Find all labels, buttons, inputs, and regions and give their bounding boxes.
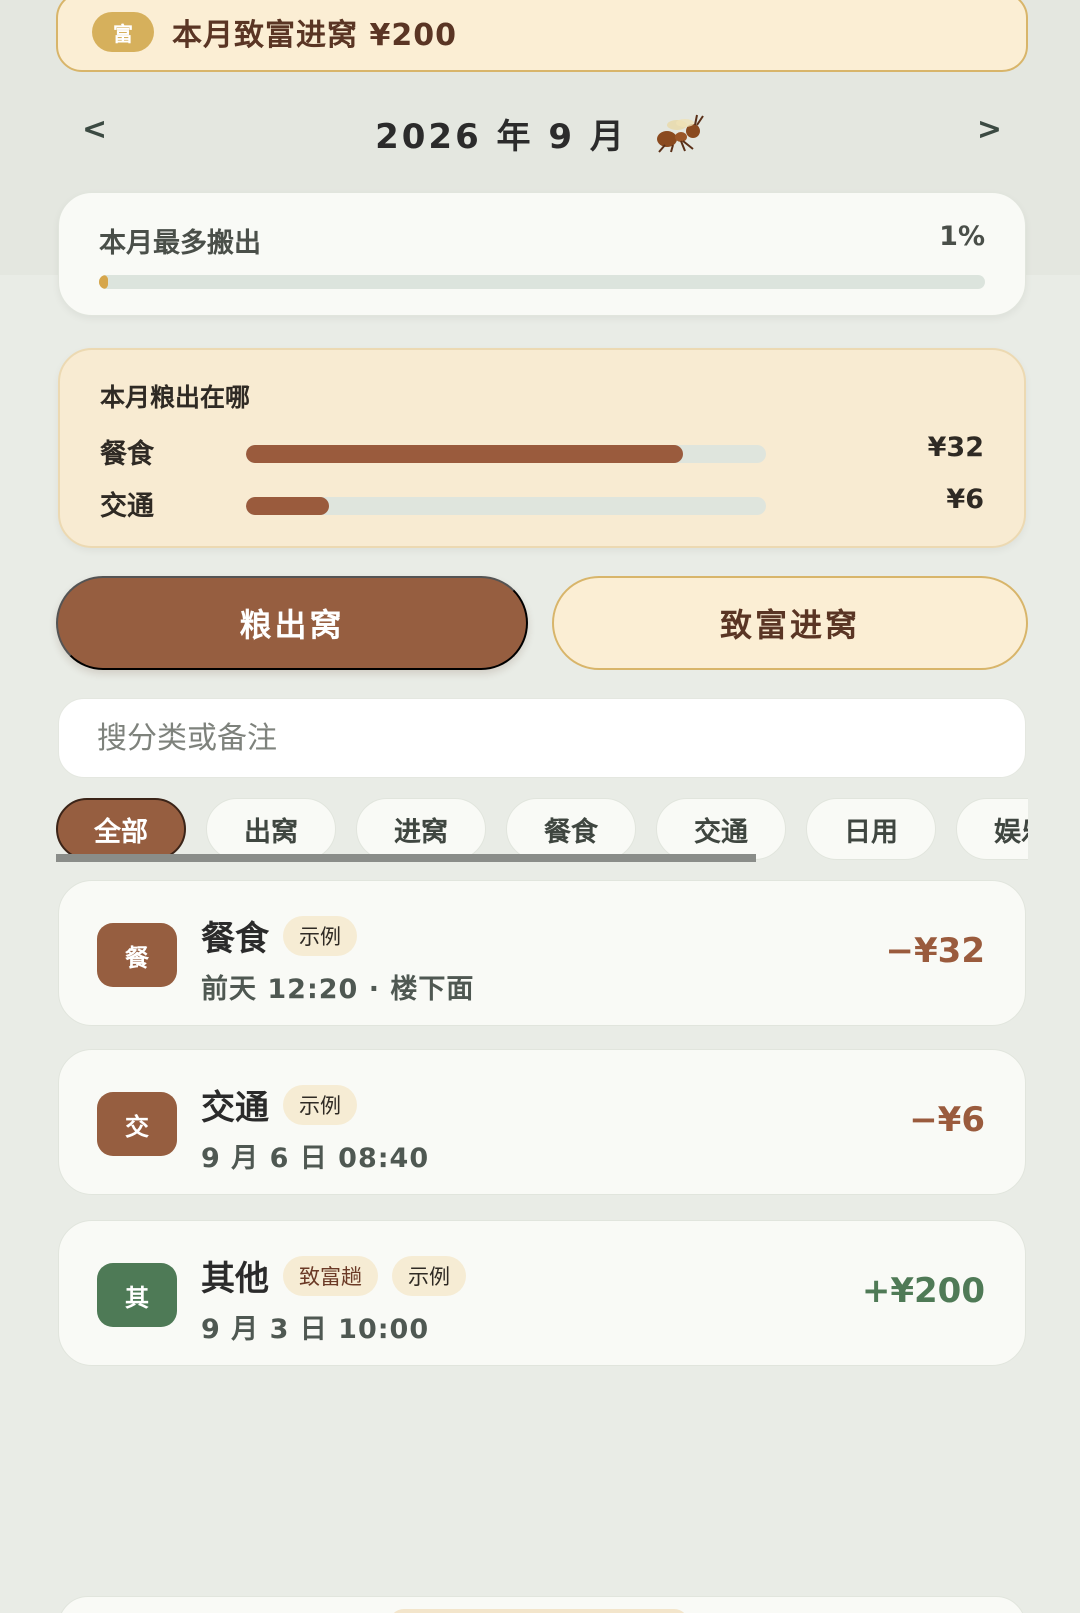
distribution-category: 餐食 <box>100 439 154 470</box>
income-button[interactable]: 致富进窝 <box>552 576 1028 670</box>
category-icon: 其 <box>97 1263 177 1327</box>
distribution-category: 交通 <box>100 491 154 522</box>
progress-card: 本月最多搬出 1% <box>58 192 1026 316</box>
spending-distribution-card: 本月粮出在哪 餐食 ¥32 交通 ¥6 <box>58 348 1026 548</box>
progress-percent: 1% <box>939 221 985 252</box>
category-icon: 交 <box>97 1092 177 1156</box>
month-title: 2026 年 9 月 <box>375 116 627 157</box>
transaction-meta: 9 月 6 日 08:40 <box>201 1143 430 1174</box>
filter-chip[interactable]: 进窝 <box>356 798 486 860</box>
distribution-row: 餐食 ¥32 <box>100 430 984 470</box>
sample-tag: 示例 <box>283 1084 357 1125</box>
search-input[interactable] <box>58 698 1026 778</box>
filter-chip[interactable]: 出窝 <box>206 798 336 860</box>
distribution-track <box>246 445 766 463</box>
bottom-panel <box>58 1596 1026 1613</box>
transaction-amount: −¥6 <box>909 1100 985 1140</box>
transaction-title: 交通 示例 <box>201 1080 357 1129</box>
transaction-row[interactable]: 餐 餐食 示例 前天 12:20 · 楼下面 −¥32 <box>58 880 1026 1026</box>
transaction-amount: −¥32 <box>885 931 985 971</box>
transaction-meta: 9 月 3 日 10:00 <box>201 1314 430 1345</box>
month-navigator: < 2026 年 9 月 > <box>56 100 1028 166</box>
sample-tag: 示例 <box>392 1255 466 1296</box>
transaction-meta: 前天 12:20 · 楼下面 <box>201 974 475 1005</box>
chip-scrollbar[interactable] <box>56 854 756 862</box>
transaction-row[interactable]: 其 其他 致富趟 示例 9 月 3 日 10:00 +¥200 <box>58 1220 1026 1366</box>
filter-chip[interactable]: 交通 <box>656 798 786 860</box>
transaction-category: 交通 <box>201 1088 269 1128</box>
expense-button[interactable]: 粮出窝 <box>56 576 528 670</box>
category-icon: 餐 <box>97 923 177 987</box>
ant-icon <box>656 114 704 153</box>
rich-badge: 富 <box>92 12 154 52</box>
transaction-category: 其他 <box>201 1259 269 1299</box>
filter-chip[interactable]: 餐食 <box>506 798 636 860</box>
distribution-fill <box>246 445 683 463</box>
progress-label: 本月最多搬出 <box>99 228 261 259</box>
rich-trip-tag: 致富趟 <box>283 1255 378 1296</box>
bottom-panel-handle[interactable] <box>389 1609 689 1613</box>
prev-month-button[interactable]: < <box>82 112 107 147</box>
sample-tag: 示例 <box>283 915 357 956</box>
next-month-button[interactable]: > <box>977 112 1002 147</box>
transaction-row[interactable]: 交 交通 示例 9 月 6 日 08:40 −¥6 <box>58 1049 1026 1195</box>
income-banner[interactable]: 富 本月致富进窝 ¥200 <box>56 0 1028 72</box>
transaction-title: 其他 致富趟 示例 <box>201 1251 466 1300</box>
progress-track <box>99 275 985 289</box>
filter-chip[interactable]: 娱乐 <box>956 798 1028 860</box>
transaction-category: 餐食 <box>201 919 269 959</box>
filter-chip[interactable]: 日用 <box>806 798 936 860</box>
distribution-row: 交通 ¥6 <box>100 482 984 522</box>
transaction-title: 餐食 示例 <box>201 911 357 960</box>
banner-text: 本月致富进窝 ¥200 <box>172 18 457 53</box>
distribution-track <box>246 497 766 515</box>
transaction-amount: +¥200 <box>861 1271 985 1311</box>
distribution-amount: ¥6 <box>946 484 984 515</box>
filter-chip[interactable]: 全部 <box>56 798 186 860</box>
distribution-title: 本月粮出在哪 <box>100 383 251 412</box>
distribution-amount: ¥32 <box>927 432 984 463</box>
distribution-fill <box>246 497 330 515</box>
progress-fill <box>99 275 108 289</box>
